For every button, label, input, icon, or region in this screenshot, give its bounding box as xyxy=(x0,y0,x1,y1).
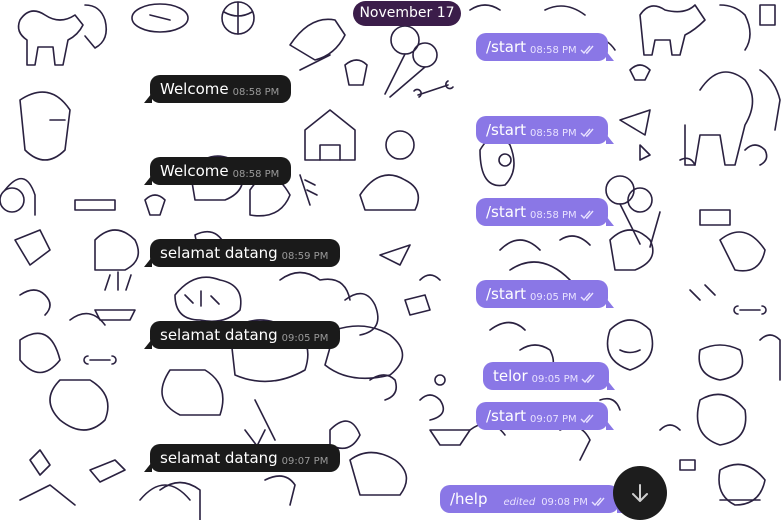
date-chip: November 17 xyxy=(353,1,461,26)
message-time: 09:07 PM xyxy=(530,413,577,425)
double-check-icon xyxy=(580,414,594,424)
double-check-icon xyxy=(580,128,594,138)
scroll-to-bottom-button[interactable] xyxy=(613,466,667,520)
outgoing-message[interactable]: /start 08:58 PM xyxy=(476,198,614,226)
outgoing-message[interactable]: /start 08:58 PM xyxy=(476,33,614,61)
message-time: 09:05 PM xyxy=(531,373,579,385)
edited-label: edited xyxy=(503,496,536,508)
message-text: selamat datang xyxy=(160,244,278,262)
incoming-message[interactable]: Welcome 08:58 PM xyxy=(143,157,292,185)
message-text: selamat datang xyxy=(160,326,278,344)
message-text: /start xyxy=(486,285,526,303)
incoming-message[interactable]: selamat datang 09:05 PM xyxy=(143,321,341,349)
outgoing-message[interactable]: /start 09:07 PM xyxy=(476,402,614,430)
outgoing-message[interactable]: /start 08:58 PM xyxy=(476,116,614,144)
message-text: /help xyxy=(450,490,488,508)
message-time: 08:58 PM xyxy=(232,168,280,180)
incoming-message[interactable]: selamat datang 08:59 PM xyxy=(143,239,341,267)
message-text: Welcome xyxy=(160,80,229,98)
message-text: /start xyxy=(486,121,526,139)
message-text: telor xyxy=(493,367,528,385)
message-time: 08:58 PM xyxy=(530,44,577,56)
message-time: 08:59 PM xyxy=(281,250,329,262)
message-text: /start xyxy=(486,407,526,425)
outgoing-message[interactable]: /start 09:05 PM xyxy=(476,280,614,308)
double-check-icon xyxy=(591,497,605,507)
message-time: 09:07 PM xyxy=(281,455,329,467)
message-text: /start xyxy=(486,38,526,56)
double-check-icon xyxy=(580,292,594,302)
double-check-icon xyxy=(580,210,594,220)
message-time: 08:58 PM xyxy=(530,209,577,221)
message-time: 08:58 PM xyxy=(232,86,280,98)
incoming-message[interactable]: selamat datang 09:07 PM xyxy=(143,444,341,472)
chat-wallpaper xyxy=(0,0,781,520)
message-text: Welcome xyxy=(160,162,229,180)
arrow-down-icon xyxy=(632,484,648,502)
message-text: selamat datang xyxy=(160,449,278,467)
incoming-message[interactable]: Welcome 08:58 PM xyxy=(143,75,292,103)
message-time: 09:08 PM xyxy=(541,496,588,508)
outgoing-message[interactable]: /help edited 09:08 PM xyxy=(440,485,625,513)
message-text: /start xyxy=(486,203,526,221)
double-check-icon xyxy=(581,374,595,384)
message-time: 09:05 PM xyxy=(530,291,577,303)
message-time: 09:05 PM xyxy=(281,332,329,344)
outgoing-message[interactable]: telor 09:05 PM xyxy=(483,362,616,390)
message-time: 08:58 PM xyxy=(530,127,577,139)
double-check-icon xyxy=(580,45,594,55)
